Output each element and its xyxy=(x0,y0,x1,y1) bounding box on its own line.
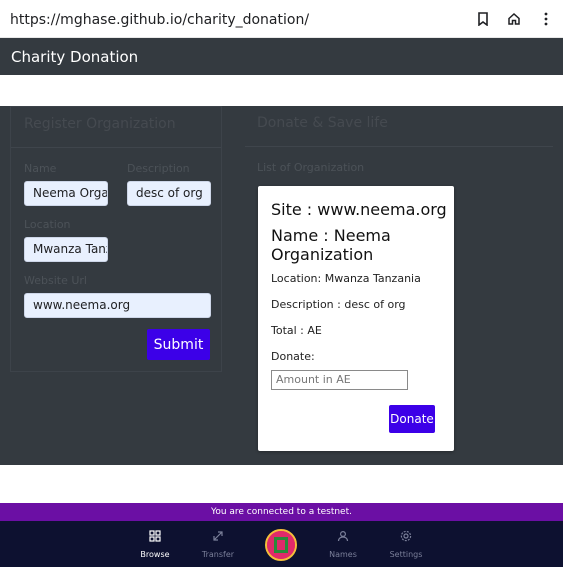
location-field[interactable]: Mwanza Tanza xyxy=(24,237,108,262)
more-vert-icon[interactable] xyxy=(537,10,555,28)
home-icon[interactable] xyxy=(505,10,523,28)
app-header: Charity Donation xyxy=(0,38,563,75)
divider xyxy=(245,146,553,147)
nav-browse[interactable]: Browse xyxy=(130,529,180,559)
nav-transfer-label: Transfer xyxy=(201,550,235,559)
card-description: Description : desc of org xyxy=(271,298,406,311)
register-panel: Register Organization Name Neema Organi … xyxy=(10,106,222,372)
organization-list-label: List of Organization xyxy=(257,161,365,174)
app-title[interactable]: Charity Donation xyxy=(11,48,138,66)
user-icon xyxy=(337,529,349,547)
website-label: Website Url xyxy=(24,274,87,287)
bookmark-icon[interactable] xyxy=(474,10,492,28)
address-bar[interactable]: https://mghase.github.io/charity_donatio… xyxy=(10,12,309,28)
card-site: Site : www.neema.org xyxy=(271,200,447,219)
description-field[interactable]: desc of org xyxy=(127,181,211,206)
submit-button[interactable]: Submit xyxy=(147,329,210,360)
grid-icon xyxy=(149,529,161,547)
donate-title: Donate & Save life xyxy=(257,115,388,131)
name-field[interactable]: Neema Organi xyxy=(24,181,108,206)
card-name: Name : Neema Organization xyxy=(271,226,391,264)
card-location: Location: Mwanza Tanzania xyxy=(271,272,421,285)
register-title: Register Organization xyxy=(24,116,176,132)
transfer-icon xyxy=(212,529,224,547)
nav-settings[interactable]: Settings xyxy=(381,529,431,559)
website-field[interactable]: www.neema.org xyxy=(24,293,211,318)
nav-names[interactable]: Names xyxy=(318,529,368,559)
name-label: Name xyxy=(24,162,57,175)
donate-label: Donate: xyxy=(271,350,315,363)
organization-card: Site : www.neema.org Name : Neema Organi… xyxy=(258,186,454,451)
description-label: Description xyxy=(127,162,190,175)
nav-browse-label: Browse xyxy=(140,550,170,559)
gear-icon xyxy=(400,529,412,547)
location-label: Location xyxy=(24,218,71,231)
bottom-nav: Browse Transfer Names Settings xyxy=(0,521,563,567)
donate-button[interactable]: Donate xyxy=(389,405,435,433)
nav-transfer[interactable]: Transfer xyxy=(193,529,243,559)
card-total: Total : AE xyxy=(271,324,322,337)
bottom-strip xyxy=(0,567,563,573)
account-avatar[interactable] xyxy=(265,529,297,561)
browser-toolbar: https://mghase.github.io/charity_donatio… xyxy=(0,0,563,38)
testnet-banner: You are connected to a testnet. xyxy=(0,503,563,521)
amount-input[interactable]: Amount in AE xyxy=(271,370,408,390)
nav-names-label: Names xyxy=(329,550,357,559)
divider xyxy=(11,147,221,148)
nav-settings-label: Settings xyxy=(389,550,423,559)
